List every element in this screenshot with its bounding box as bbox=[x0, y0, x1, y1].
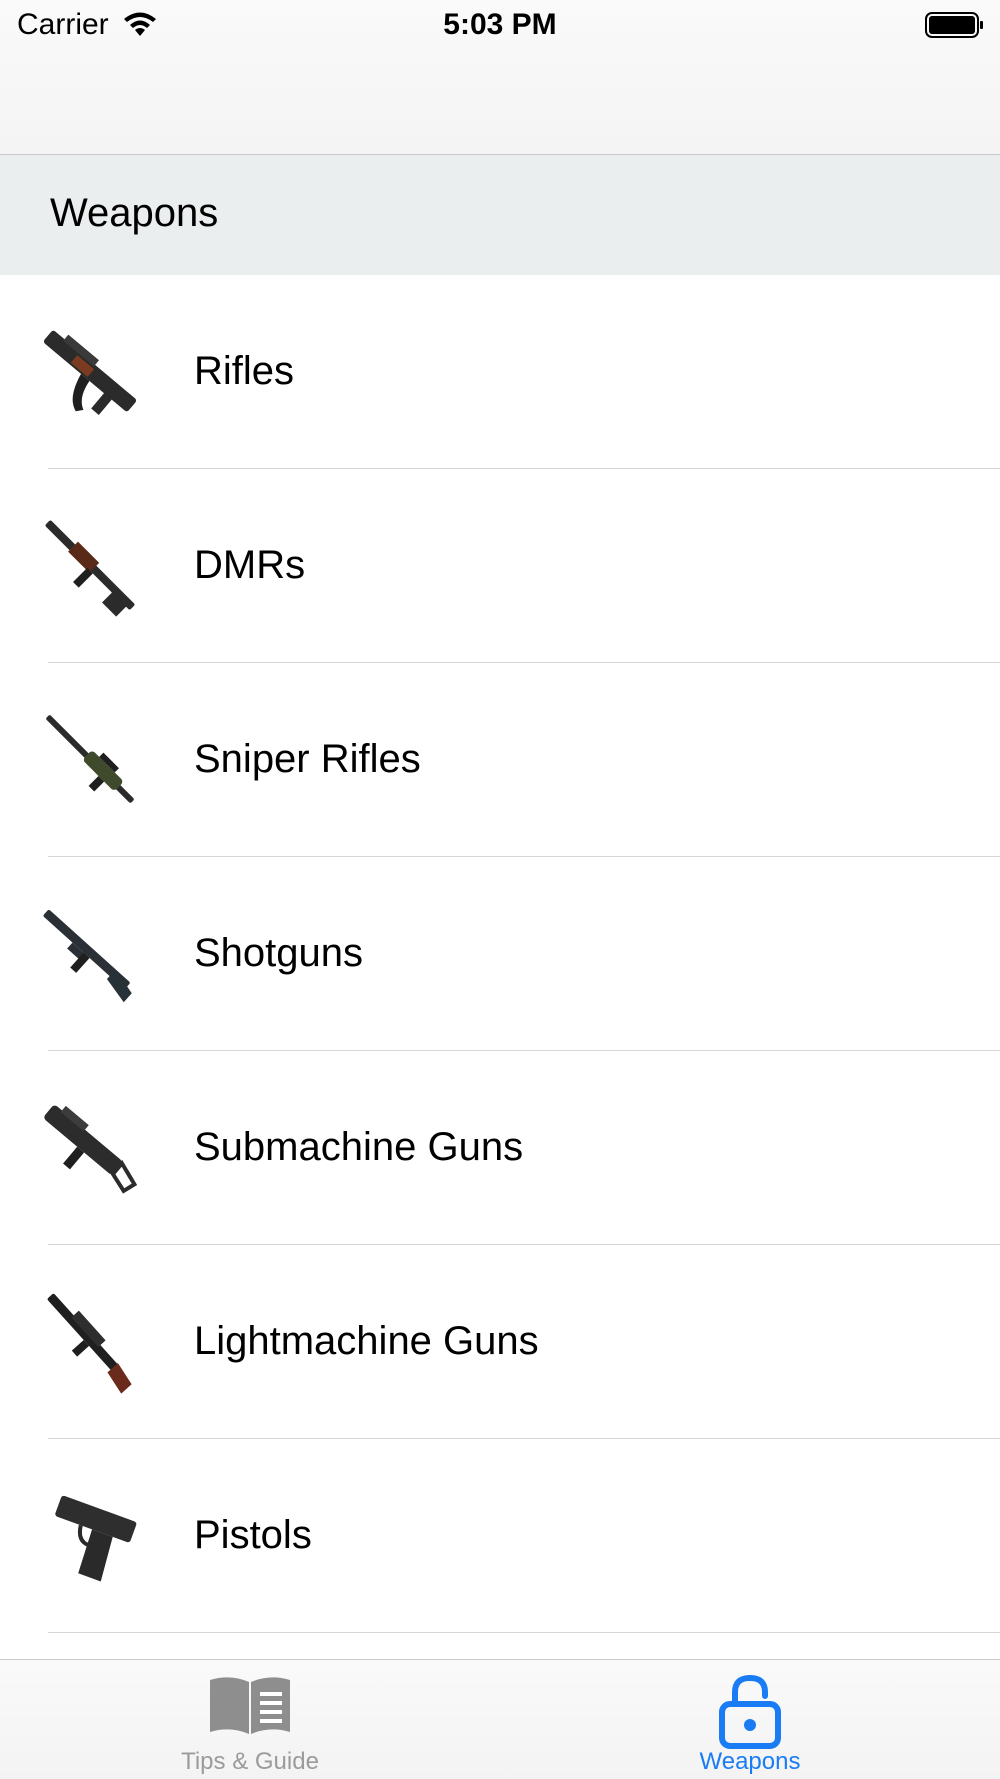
book-icon bbox=[210, 1677, 290, 1734]
assault-rifle-icon bbox=[43, 330, 137, 415]
tab-label: Tips & Guide bbox=[181, 1748, 319, 1775]
tab-weapons[interactable]: Weapons bbox=[600, 1660, 900, 1779]
list-item-dmrs[interactable]: DMRs bbox=[45, 469, 1000, 663]
sniper-rifle-icon bbox=[46, 715, 134, 803]
clock-time: 5:03 PM bbox=[443, 8, 557, 41]
list-item-label: Submachine Guns bbox=[194, 1125, 524, 1169]
section-title: Weapons bbox=[50, 191, 219, 235]
list-item-pistols[interactable]: Pistols bbox=[48, 1439, 1000, 1633]
list-item-shotguns[interactable]: Shotguns bbox=[43, 857, 1000, 1051]
battery-icon bbox=[925, 12, 983, 38]
top-bar: Carrier 5:03 PM bbox=[0, 0, 1000, 155]
list-item-label: Lightmachine Guns bbox=[194, 1319, 539, 1363]
list-item-label: Sniper Rifles bbox=[194, 737, 421, 781]
list-item-sniper-rifles[interactable]: Sniper Rifles bbox=[46, 663, 1000, 857]
unlock-icon bbox=[719, 1674, 781, 1749]
section-header: Weapons bbox=[0, 155, 1000, 275]
tab-tips-guide[interactable]: Tips & Guide bbox=[100, 1660, 400, 1779]
tab-bar: Tips & Guide Weapons bbox=[0, 1659, 1000, 1779]
pistol-icon bbox=[55, 1495, 137, 1582]
weapon-category-list: Rifles DMRs Sniper Rifles Shotguns Subma… bbox=[0, 275, 1000, 1633]
tab-label: Weapons bbox=[699, 1748, 801, 1775]
list-item-label: Shotguns bbox=[194, 931, 364, 975]
list-item-rifles[interactable]: Rifles bbox=[43, 275, 1000, 469]
list-item-label: Pistols bbox=[194, 1513, 312, 1557]
submachine-gun-icon bbox=[44, 1105, 138, 1194]
light-machine-gun-icon bbox=[47, 1293, 132, 1394]
dmr-icon bbox=[45, 520, 135, 617]
shotgun-icon bbox=[43, 909, 132, 1003]
list-item-lightmachine-guns[interactable]: Lightmachine Guns bbox=[47, 1245, 1000, 1439]
list-item-submachine-guns[interactable]: Submachine Guns bbox=[44, 1051, 1000, 1245]
list-item-label: DMRs bbox=[194, 543, 306, 587]
list-item-label: Rifles bbox=[194, 349, 295, 393]
